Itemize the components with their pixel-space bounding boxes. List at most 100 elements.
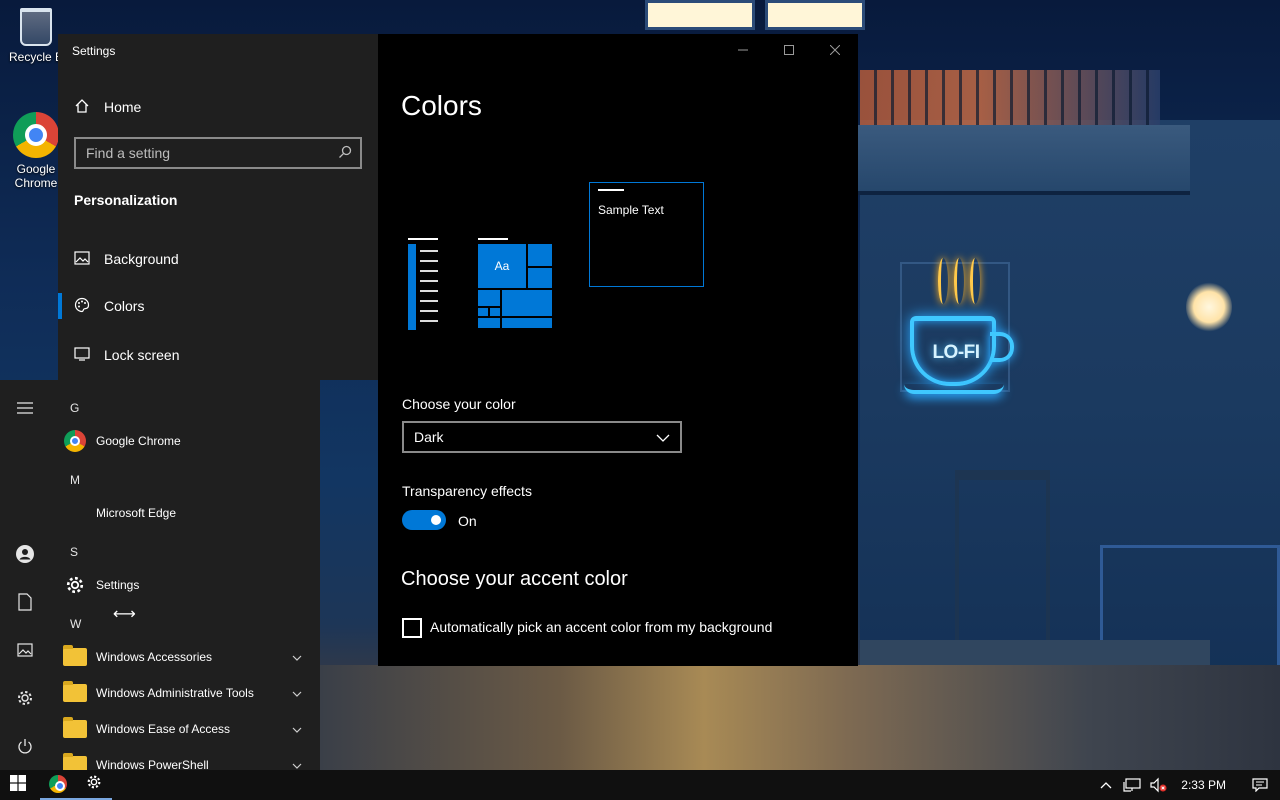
app-settings[interactable]: Settings bbox=[62, 571, 312, 599]
toggle-knob bbox=[431, 515, 441, 525]
nav-item-colors[interactable]: Colors bbox=[74, 293, 144, 319]
auto-accent-checkbox[interactable] bbox=[402, 618, 422, 638]
notification-icon[interactable] bbox=[1240, 770, 1280, 800]
volume-muted-icon[interactable] bbox=[1145, 770, 1171, 800]
start-menu-rail bbox=[0, 380, 50, 770]
wallpaper-railing bbox=[860, 70, 1160, 125]
clock-time[interactable]: 2:33 PM bbox=[1171, 770, 1240, 800]
window-title: Settings bbox=[72, 44, 116, 58]
chevron-down-icon[interactable] bbox=[292, 650, 312, 664]
nav-item-background[interactable]: Background bbox=[74, 246, 179, 272]
wallpaper-step bbox=[860, 640, 1210, 665]
lock-screen-icon bbox=[74, 346, 90, 364]
app-name: Google Chrome bbox=[96, 434, 181, 448]
accent-color-heading: Choose your accent color bbox=[401, 568, 628, 590]
preview-tiles: Aa bbox=[478, 238, 554, 330]
group-letter-s[interactable]: S bbox=[70, 545, 78, 559]
wallpaper-steam bbox=[954, 258, 964, 304]
auto-accent-label[interactable]: Automatically pick an accent color from … bbox=[430, 619, 772, 635]
app-folder-windows-powershell[interactable]: Windows PowerShell bbox=[62, 751, 312, 770]
settings-gear-icon bbox=[86, 774, 102, 795]
group-letter-g[interactable]: G bbox=[70, 401, 79, 415]
search-icon bbox=[338, 145, 352, 162]
close-button[interactable] bbox=[812, 34, 858, 66]
choose-color-dropdown[interactable]: Dark bbox=[402, 421, 682, 453]
settings-gear-icon[interactable] bbox=[13, 686, 37, 710]
choose-color-label: Choose your color bbox=[402, 396, 516, 412]
preview-tile-text: Aa bbox=[478, 244, 526, 288]
nav-item-label: Colors bbox=[104, 298, 145, 314]
preview-sample-text: Sample Text bbox=[598, 203, 664, 217]
chevron-down-icon[interactable] bbox=[292, 758, 312, 770]
chrome-icon bbox=[13, 112, 59, 158]
minimize-icon bbox=[738, 42, 748, 58]
preview-start-menu bbox=[408, 238, 440, 330]
wallpaper-roof bbox=[850, 125, 1190, 195]
search-placeholder: Find a setting bbox=[86, 145, 171, 161]
app-name: Windows Accessories bbox=[96, 650, 213, 664]
app-google-chrome[interactable]: Google Chrome bbox=[62, 427, 312, 455]
app-folder-windows-administrative-tools[interactable]: Windows Administrative Tools bbox=[62, 679, 312, 707]
folder-icon bbox=[63, 681, 87, 702]
hamburger-menu-icon[interactable] bbox=[13, 396, 37, 420]
minimize-button[interactable] bbox=[720, 34, 766, 66]
wallpaper-neon-text: LO-FI bbox=[932, 342, 980, 363]
palette-icon bbox=[74, 297, 90, 316]
wallpaper-street bbox=[320, 665, 1280, 775]
section-heading: Personalization bbox=[74, 192, 178, 208]
app-folder-windows-accessories[interactable]: Windows Accessories bbox=[62, 643, 312, 671]
app-name: Windows PowerShell bbox=[96, 758, 209, 770]
chevron-up-icon[interactable] bbox=[1093, 770, 1119, 800]
wallpaper-steam bbox=[970, 258, 980, 304]
system-tray: 2:33 PM bbox=[1093, 770, 1280, 800]
start-menu-app-list: G Google Chrome M Microsoft Edge S Setti… bbox=[50, 380, 320, 770]
folder-icon bbox=[63, 645, 87, 666]
close-icon bbox=[829, 42, 841, 58]
folder-icon bbox=[63, 753, 87, 770]
group-letter-m[interactable]: M bbox=[70, 473, 80, 487]
page-title: Colors bbox=[401, 90, 482, 121]
wallpaper-steam bbox=[938, 258, 948, 304]
nav-item-lock-screen[interactable]: Lock screen bbox=[74, 342, 179, 368]
wallpaper-lamp bbox=[1186, 282, 1232, 332]
power-icon[interactable] bbox=[13, 734, 37, 758]
resize-cursor-icon: ⟷ bbox=[113, 606, 136, 623]
group-letter-w[interactable]: W bbox=[70, 617, 81, 631]
network-icon[interactable] bbox=[1119, 770, 1145, 800]
app-name: Windows Administrative Tools bbox=[96, 686, 254, 700]
wallpaper-window bbox=[645, 0, 755, 30]
chevron-down-icon[interactable] bbox=[292, 722, 312, 736]
folder-icon bbox=[63, 717, 87, 738]
taskbar: 2:33 PM bbox=[0, 770, 1280, 800]
choose-color-value: Dark bbox=[414, 429, 444, 445]
settings-content: Colors Aa Sample Text Choose your color … bbox=[378, 34, 858, 666]
gear-icon bbox=[62, 572, 88, 598]
transparency-label: Transparency effects bbox=[402, 483, 532, 499]
app-name: Microsoft Edge bbox=[96, 506, 177, 520]
app-name: Settings bbox=[96, 578, 140, 592]
nav-home[interactable]: Home bbox=[74, 96, 141, 118]
maximize-button[interactable] bbox=[766, 34, 812, 66]
windows-start-icon bbox=[10, 774, 26, 796]
settings-sidebar: Settings Home Find a setting Personaliza… bbox=[58, 34, 378, 380]
taskbar-settings-button[interactable] bbox=[76, 770, 112, 800]
edge-icon-placeholder bbox=[62, 500, 88, 526]
search-input[interactable]: Find a setting bbox=[74, 137, 362, 169]
nav-item-label: Background bbox=[104, 251, 179, 267]
taskbar-chrome-button[interactable] bbox=[40, 770, 76, 800]
pictures-icon[interactable] bbox=[13, 638, 37, 662]
wallpaper-neon-saucer bbox=[904, 384, 1004, 394]
color-preview: Aa Sample Text bbox=[400, 182, 710, 332]
chrome-icon bbox=[49, 775, 67, 793]
documents-icon[interactable] bbox=[13, 590, 37, 614]
app-folder-windows-ease-of-access[interactable]: Windows Ease of Access bbox=[62, 715, 312, 743]
app-microsoft-edge[interactable]: Microsoft Edge bbox=[62, 499, 312, 527]
nav-home-label: Home bbox=[104, 99, 142, 115]
chevron-down-icon[interactable] bbox=[292, 686, 312, 700]
user-icon[interactable] bbox=[13, 542, 37, 566]
transparency-toggle[interactable] bbox=[402, 510, 446, 530]
recycle-bin-icon bbox=[20, 8, 52, 46]
windows-start-button[interactable] bbox=[0, 770, 36, 800]
app-name: Windows Ease of Access bbox=[96, 722, 231, 736]
wallpaper-window bbox=[765, 0, 865, 30]
